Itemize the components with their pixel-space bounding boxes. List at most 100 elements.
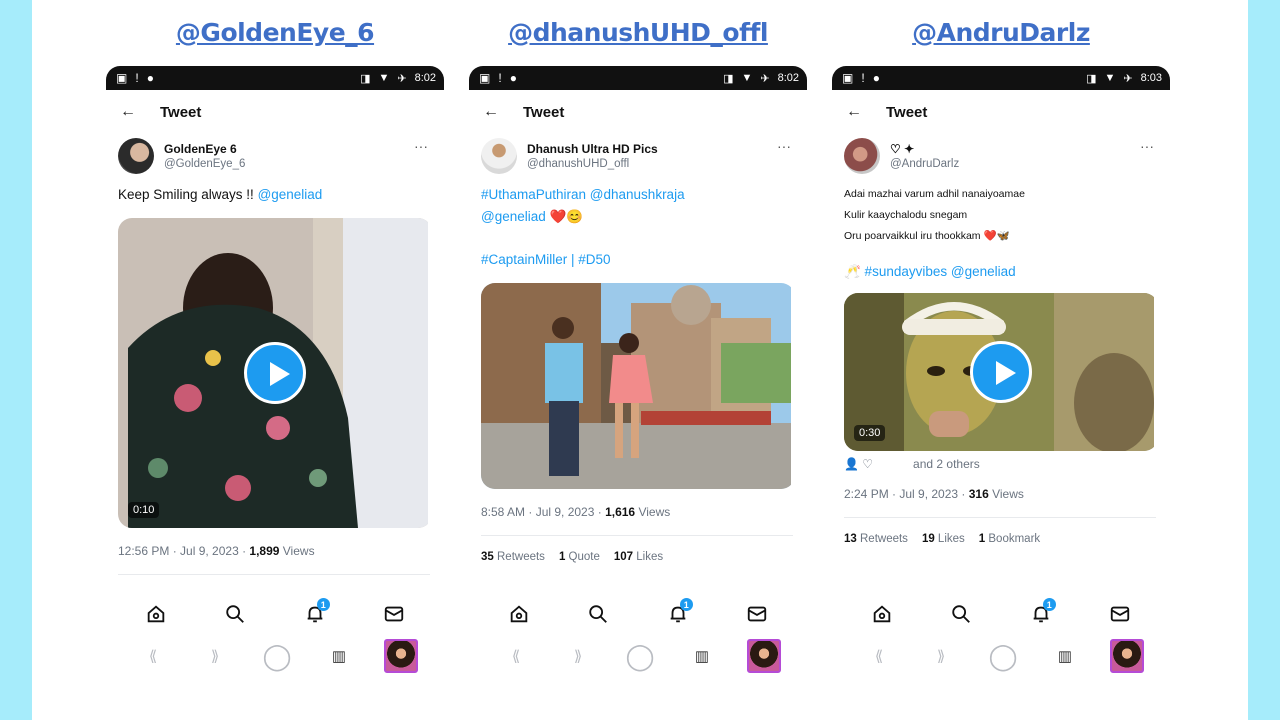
tweet-author: GoldenEye 6 @GoldenEye_6 ··· <box>106 134 444 184</box>
video-duration: 0:10 <box>128 502 160 518</box>
loading-circle-icon[interactable]: ◯ <box>260 639 294 673</box>
loading-circle-icon[interactable]: ◯ <box>623 639 657 673</box>
more-options-icon[interactable]: ··· <box>1140 138 1154 154</box>
quotes-stat[interactable]: 1 Quote <box>559 551 600 563</box>
search-icon[interactable] <box>222 601 248 627</box>
avatar[interactable] <box>844 138 880 174</box>
tweet-video[interactable]: 0:30 <box>844 293 1158 451</box>
tweet-header: ← Tweet <box>832 90 1170 134</box>
tweet-line[interactable]: @geneliad ❤️😊 <box>481 206 793 228</box>
tweet-timestamp: 8:58 AM · Jul 9, 2023 · <box>481 505 606 519</box>
rewind-icon[interactable]: ⟪ <box>862 639 896 673</box>
profile-thumbnail[interactable] <box>1110 639 1144 673</box>
views-label: Views <box>279 544 315 558</box>
likes-stat[interactable]: 107 Likes <box>614 551 663 563</box>
home-icon[interactable] <box>506 601 532 627</box>
notifications-icon[interactable]: 1 <box>665 598 693 627</box>
tweet-video[interactable]: 0:10 <box>118 218 432 528</box>
more-options-icon[interactable]: ··· <box>414 138 428 154</box>
rewind-icon[interactable]: ⟪ <box>499 639 533 673</box>
home-icon[interactable] <box>869 601 895 627</box>
tweet-image[interactable] <box>481 283 795 489</box>
author-display-name[interactable]: ♡ ✦ <box>890 142 959 156</box>
image-icon: ▣ <box>479 71 491 85</box>
back-arrow-icon[interactable]: ← <box>120 103 160 121</box>
bottom-nav: 1 <box>106 594 444 634</box>
tweet-stats: 13 Retweets 19 Likes 1 Bookmark <box>832 533 1170 545</box>
tweet-hashtags[interactable]: 🥂 #sundayvibes @geneliad <box>844 261 1156 283</box>
author-username[interactable]: @AndruDarlz <box>890 158 959 170</box>
book-icon[interactable]: ▥ <box>1048 639 1082 673</box>
retweets-stat[interactable]: 35 Retweets <box>481 551 545 563</box>
play-button-icon[interactable] <box>970 341 1032 403</box>
quotes-label: Quote <box>565 551 600 563</box>
likes-label: Likes <box>934 533 965 545</box>
avatar[interactable] <box>481 138 517 174</box>
forward-icon[interactable]: ⟫ <box>198 639 232 673</box>
column-handle[interactable]: @AndruDarlz <box>832 18 1170 47</box>
tweet-line[interactable]: #CaptainMiller | #D50 <box>481 249 793 271</box>
messages-icon[interactable] <box>1107 601 1133 627</box>
play-button-icon[interactable] <box>244 342 306 404</box>
tweet-meta: 12:56 PM · Jul 9, 2023 · 1,899 Views <box>106 544 444 558</box>
author-username[interactable]: @dhanushUHD_offl <box>527 158 658 170</box>
search-icon[interactable] <box>948 601 974 627</box>
search-icon[interactable] <box>585 601 611 627</box>
page-title: Tweet <box>160 103 202 121</box>
bookmarks-stat[interactable]: 1 Bookmark <box>979 533 1040 545</box>
back-arrow-icon[interactable]: ← <box>483 103 523 121</box>
likers-others: and 2 others <box>913 457 980 471</box>
views-count: 1,616 <box>605 505 636 519</box>
tweet-photo <box>481 283 791 489</box>
status-bar: ▣! ● ◨ ▼ ✈ 8:02 <box>106 66 444 90</box>
loading-circle-icon[interactable]: ◯ <box>986 639 1020 673</box>
book-icon[interactable]: ▥ <box>685 639 719 673</box>
tweet-line: Oru poarvaikkul iru thookkam ❤️🦋 <box>844 230 1010 242</box>
notification-badge: 1 <box>316 598 330 611</box>
forward-icon[interactable]: ⟫ <box>561 639 595 673</box>
tweet-text: Keep Smiling always !! @geneliad <box>106 184 444 206</box>
column-handle[interactable]: @dhanushUHD_offl <box>469 18 807 47</box>
author-display-name[interactable]: GoldenEye 6 <box>164 142 245 156</box>
notifications-icon[interactable]: 1 <box>1028 598 1056 627</box>
alert-icon: ! <box>135 71 139 85</box>
messages-icon[interactable] <box>744 601 770 627</box>
tweet-text-content: Keep Smiling always !! <box>118 187 258 202</box>
airplane-icon: ✈ <box>760 72 770 85</box>
rewind-icon[interactable]: ⟪ <box>136 639 170 673</box>
retweets-count: 35 <box>481 551 494 563</box>
airplane-icon: ✈ <box>397 72 407 85</box>
bottom-nav: 1 <box>469 594 807 634</box>
author-username[interactable]: @GoldenEye_6 <box>164 158 245 170</box>
column-andrudarlz: @AndruDarlz ▣! ● ◨ ▼ ✈ 8:03 ← Tweet ♡ ✦ @And… <box>832 0 1170 720</box>
author-display-name[interactable]: Dhanush Ultra HD Pics <box>527 142 658 156</box>
tweet-line: Kulir kaaychalodu snegam <box>844 209 968 221</box>
tweet-line[interactable]: #UthamaPuthiran @dhanushkraja <box>481 184 793 206</box>
profile-thumbnail[interactable] <box>384 639 418 673</box>
notifications-icon[interactable]: 1 <box>302 598 330 627</box>
phone-screenshot: ▣! ● ◨ ▼ ✈ 8:02 ← Tweet Dhanush Ultra HD Pic… <box>469 66 807 692</box>
forward-icon[interactable]: ⟫ <box>924 639 958 673</box>
wifi-icon: ▼ <box>378 72 390 84</box>
profile-thumbnail[interactable] <box>747 639 781 673</box>
mention-link[interactable]: @geneliad <box>258 187 323 202</box>
liked-by-row[interactable]: 👤 ♡ and 2 others <box>832 451 1170 471</box>
bookmarks-label: Bookmark <box>985 533 1041 545</box>
retweets-stat[interactable]: 13 Retweets <box>844 533 908 545</box>
column-goldeneye: @GoldenEye_6 ▣! ● ◨ ▼ ✈ 8:02 ← Tweet GoldenE… <box>106 0 444 720</box>
more-options-icon[interactable]: ··· <box>777 138 791 154</box>
page-title: Tweet <box>523 103 565 121</box>
tweet-timestamp: 12:56 PM · Jul 9, 2023 · <box>118 544 250 558</box>
messages-icon[interactable] <box>381 601 407 627</box>
likes-label: Likes <box>633 551 664 563</box>
book-icon[interactable]: ▥ <box>322 639 356 673</box>
wifi-icon: ▼ <box>741 72 753 84</box>
divider <box>118 574 430 575</box>
likes-stat[interactable]: 19 Likes <box>922 533 965 545</box>
home-icon[interactable] <box>143 601 169 627</box>
tweet-stats: 35 Retweets 1 Quote 107 Likes <box>469 551 807 563</box>
alert-icon: ! <box>498 71 502 85</box>
column-handle[interactable]: @GoldenEye_6 <box>106 18 444 47</box>
avatar[interactable] <box>118 138 154 174</box>
back-arrow-icon[interactable]: ← <box>846 103 886 121</box>
